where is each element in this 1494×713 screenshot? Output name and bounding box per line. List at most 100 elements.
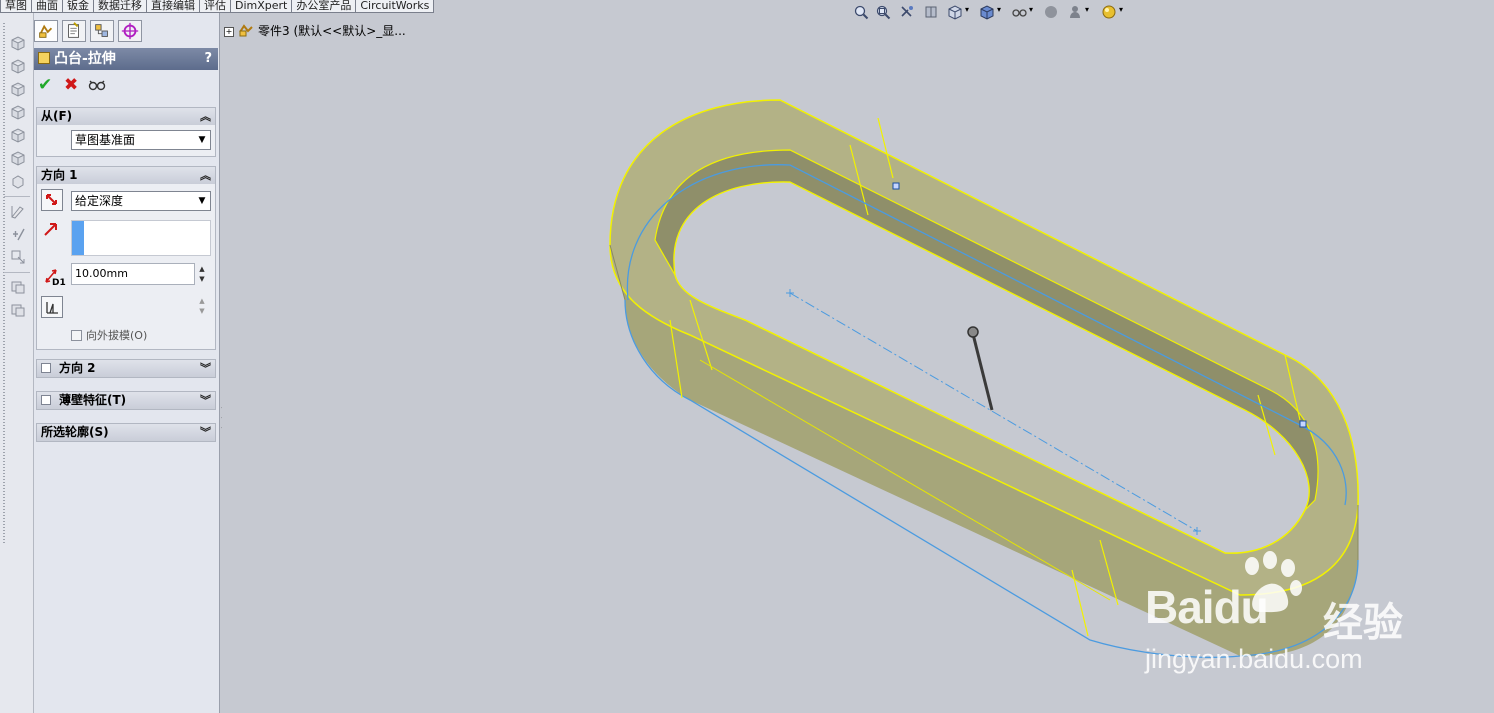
feature-tree-flyout[interactable]: + 零件3 (默认<<默认>_显... [224, 22, 406, 39]
view-settings-icon[interactable] [1101, 4, 1117, 20]
tab-data-migration[interactable]: 数据迁移 [93, 0, 147, 13]
thin-feature-group-header[interactable]: 薄壁特征(T) ︾ [37, 392, 215, 409]
draft-spin-down-icon: ▼ [199, 307, 205, 315]
dropdown-arrow-icon[interactable]: ▼ [194, 192, 210, 210]
extrude-boss-icon[interactable] [10, 35, 26, 51]
tab-evaluate[interactable]: 评估 [199, 0, 231, 13]
curves-icon[interactable] [10, 302, 26, 318]
expand-chevron-icon[interactable]: ︾ [200, 392, 211, 409]
watermark-url: jingyan.baidu.com [1145, 644, 1363, 674]
property-manager-tab-icon[interactable] [62, 20, 86, 42]
draft-spin-up-icon: ▲ [199, 297, 205, 305]
tree-root-label[interactable]: 零件3 (默认<<默认>_显... [258, 24, 406, 38]
direction1-group-header[interactable]: 方向 1 ︽ [37, 167, 215, 184]
collapse-chevron-icon[interactable]: ︽ [200, 167, 211, 184]
reverse-direction-button[interactable] [41, 189, 63, 211]
dropdown-arrow-icon[interactable]: ▼ [194, 131, 210, 149]
hide-show-icon[interactable] [1011, 4, 1027, 20]
direction-reference-list[interactable] [71, 220, 211, 256]
fillet-icon[interactable] [10, 173, 26, 189]
previous-view-icon[interactable] [899, 4, 915, 20]
boss-extrude-icon [38, 52, 50, 64]
sketch-point[interactable] [1299, 420, 1307, 428]
tab-circuitworks[interactable]: CircuitWorks [355, 0, 435, 13]
reverse-direction-icon [46, 194, 57, 205]
dropdown-arrow-icon[interactable]: ▾ [1119, 5, 1123, 14]
direction-vector-icon [44, 223, 57, 236]
tab-dimxpert[interactable]: DimXpert [230, 0, 293, 13]
thin-feature-checkbox[interactable] [41, 395, 51, 405]
collapse-chevron-icon[interactable]: ︽ [200, 108, 211, 125]
display-style-icon[interactable] [979, 4, 995, 20]
feature-manager-tab-icon[interactable] [34, 20, 58, 42]
from-group-label: 从(F) [41, 109, 73, 123]
start-condition-select[interactable]: 草图基准面 ▼ [71, 130, 211, 150]
baidu-watermark: Baidu 经验 jingyan.baidu.com [1145, 550, 1445, 690]
help-button[interactable]: ? [204, 48, 212, 70]
zoom-to-fit-icon[interactable] [853, 4, 869, 20]
watermark-logo: Baidu [1145, 581, 1269, 633]
tab-office-products[interactable]: 办公室产品 [291, 0, 357, 13]
drag-handle-knob[interactable] [967, 326, 979, 338]
command-manager-tabs: 草图 曲面 钣金 数据迁移 直接编辑 评估 DimXpert 办公室产品 Cir… [0, 0, 435, 13]
sketch-icon[interactable] [10, 203, 26, 219]
property-manager-title-bar: 凸台-拉伸 ? [34, 48, 218, 70]
detailed-preview-icon[interactable] [88, 78, 106, 92]
draft-icon [46, 302, 58, 314]
section-view-icon[interactable] [923, 4, 939, 20]
tab-surfaces[interactable]: 曲面 [31, 0, 63, 13]
watermark-cn: 经验 [1323, 600, 1403, 646]
draft-on-off-button[interactable] [41, 296, 63, 318]
start-condition-value: 草图基准面 [75, 133, 136, 147]
draft-outward-checkbox[interactable]: 向外拔模(O) [71, 327, 147, 343]
smart-dimension-icon[interactable] [10, 226, 26, 242]
end-condition-value: 给定深度 [75, 194, 124, 208]
depth-value: 10.00mm [75, 267, 128, 280]
apply-scene-icon[interactable] [1067, 4, 1083, 20]
tab-sheet-metal[interactable]: 钣金 [62, 0, 94, 13]
dropdown-arrow-icon[interactable]: ▾ [1085, 5, 1089, 14]
revolve-cut-icon[interactable] [10, 150, 26, 166]
tab-direct-editing[interactable]: 直接编辑 [146, 0, 200, 13]
property-manager: 凸台-拉伸 ? ✔ ✖ 从(F) ︽ 草图基准面 ▼ 方向 1 ︽ 给定深度 ▼ [34, 13, 220, 713]
direction1-group-label: 方向 1 [41, 168, 78, 182]
loft-boss-icon[interactable] [10, 104, 26, 120]
tree-expand-icon[interactable]: + [224, 27, 234, 37]
cancel-x-icon[interactable]: ✖ [64, 75, 78, 95]
dimxpert-manager-tab-icon[interactable] [118, 20, 142, 42]
dropdown-arrow-icon[interactable]: ▾ [997, 5, 1001, 14]
depth-label: D1 [52, 278, 66, 288]
dropdown-arrow-icon[interactable]: ▾ [1029, 5, 1033, 14]
toolbar-grip[interactable] [3, 23, 5, 543]
direction1-group: 方向 1 ︽ 给定深度 ▼ D1 10.00mm ▲ ▼ ▲ ▼ 向外拔模(O) [36, 166, 216, 350]
tab-sketch[interactable]: 草图 [0, 0, 32, 13]
edit-appearance-icon[interactable] [1043, 4, 1059, 20]
expand-chevron-icon[interactable]: ︾ [200, 360, 211, 377]
direction2-group: 方向 2 ︾ [36, 359, 216, 378]
view-orientation-icon[interactable] [947, 4, 963, 20]
from-group: 从(F) ︽ 草图基准面 ▼ [36, 107, 216, 157]
selected-contours-group-label: 所选轮廓(S) [41, 425, 109, 439]
zoom-area-icon[interactable] [875, 4, 891, 20]
expand-chevron-icon[interactable]: ︾ [200, 424, 211, 441]
feature-toolbar [0, 13, 34, 713]
ok-check-icon[interactable]: ✔ [38, 75, 52, 95]
dropdown-arrow-icon[interactable]: ▾ [965, 5, 969, 14]
sketch-point[interactable] [892, 182, 900, 190]
depth-spin-down-icon[interactable]: ▼ [197, 274, 207, 284]
sweep-boss-icon[interactable] [10, 81, 26, 97]
selected-contours-group-header[interactable]: 所选轮廓(S) ︾ [37, 424, 215, 441]
relations-icon[interactable] [10, 249, 26, 265]
checkbox-box[interactable] [71, 330, 82, 341]
revolve-boss-icon[interactable] [10, 58, 26, 74]
depth-input[interactable]: 10.00mm [71, 263, 195, 285]
end-condition-select[interactable]: 给定深度 ▼ [71, 191, 211, 211]
direction2-checkbox[interactable] [41, 363, 51, 373]
thin-feature-group-label: 薄壁特征(T) [59, 393, 127, 407]
extrude-cut-icon[interactable] [10, 127, 26, 143]
from-group-header[interactable]: 从(F) ︽ [37, 108, 215, 125]
depth-spin-up-icon[interactable]: ▲ [197, 264, 207, 274]
direction2-group-header[interactable]: 方向 2 ︾ [37, 360, 215, 377]
configuration-manager-tab-icon[interactable] [90, 20, 114, 42]
reference-geometry-icon[interactable] [10, 279, 26, 295]
